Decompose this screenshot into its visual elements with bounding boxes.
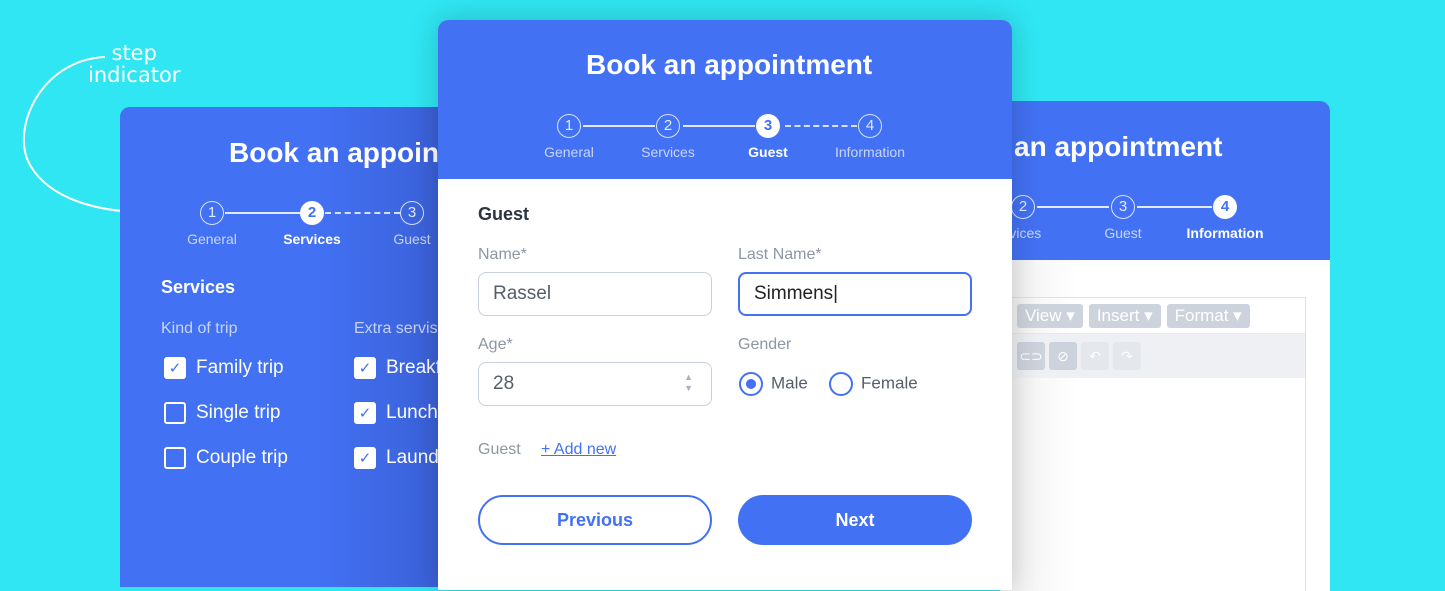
age-stepper[interactable]: 28 ▲ ▼ [478, 362, 712, 406]
previous-button[interactable]: Previous [478, 495, 712, 545]
radio-female[interactable]: Female [829, 372, 918, 396]
step-number: 4 [1213, 195, 1237, 219]
section-title: Services [161, 277, 236, 297]
step-general[interactable]: 1 General [167, 201, 257, 247]
step-number: 3 [400, 201, 424, 225]
card-title: Book an appointment [586, 49, 873, 80]
step-label: General [544, 144, 594, 160]
checkbox-label: Laund [386, 447, 439, 468]
checkbox-couple-trip[interactable]: Couple trip [164, 447, 288, 469]
step-information[interactable]: 4 Information [825, 114, 915, 160]
link-icon[interactable]: ⊂⊃ [1017, 342, 1045, 370]
step-number: 2 [300, 201, 324, 225]
services-step-card: Book an appointment 1 General 2 Services 3… [120, 107, 450, 587]
step-number: 3 [1111, 195, 1135, 219]
radio-male[interactable]: Male [739, 372, 808, 396]
step-number: 4 [858, 114, 882, 138]
step-label: Services [641, 144, 695, 160]
radio-label: Female [861, 373, 918, 393]
step-services[interactable]: 2 Services [623, 114, 713, 160]
menu-view[interactable]: View ▾ [1017, 304, 1083, 328]
step-general[interactable]: 1 General [524, 114, 614, 160]
checkbox-family-trip[interactable]: ✓ Family trip [164, 357, 284, 379]
checkbox-label: Single trip [196, 402, 281, 423]
next-button[interactable]: Next [738, 495, 972, 545]
gender-label: Gender [738, 336, 792, 353]
stepper-arrows-icon[interactable]: ▲ ▼ [684, 372, 693, 394]
annotation-line1: step [111, 41, 157, 65]
rich-text-editor[interactable]: View ▾ Insert ▾ Format ▾ ⊂⊃ ⊘ ↶ ↷ [1000, 297, 1306, 591]
last-name-input[interactable]: Simmens| [738, 272, 972, 316]
step-label: Guest [748, 144, 788, 160]
annotation-text: step indicator [88, 42, 180, 86]
annotation-line2: indicator [88, 63, 181, 87]
menu-format[interactable]: Format ▾ [1166, 304, 1250, 328]
step-label: Information [834, 144, 906, 160]
step-number: 2 [656, 114, 680, 138]
checkbox-lunch[interactable]: ✓ Lunch [354, 402, 438, 424]
extra-services-label: Extra servis [354, 320, 438, 337]
step-label: Guest [1104, 225, 1142, 241]
redo-icon[interactable]: ↷ [1113, 342, 1141, 370]
guest-step-card: Book an appointment 1 General 2 Services 3… [438, 20, 1012, 590]
guest-label: Guest [478, 441, 521, 458]
checkbox-label: Lunch [386, 402, 438, 423]
name-label: Name* [478, 246, 527, 263]
step-number: 1 [200, 201, 224, 225]
step-number: 2 [1011, 195, 1035, 219]
age-value: 28 [493, 373, 515, 394]
checkbox-label: Family trip [196, 357, 284, 378]
step-label: Information [1186, 225, 1264, 241]
checkbox-laundry[interactable]: ✓ Laund [354, 447, 439, 469]
menu-label: Insert [1096, 306, 1140, 325]
undo-icon[interactable]: ↶ [1081, 342, 1109, 370]
unlink-icon[interactable]: ⊘ [1049, 342, 1077, 370]
checkbox-single-trip[interactable]: Single trip [164, 402, 281, 424]
step-services[interactable]: 2 Services [267, 201, 357, 247]
card-title: an appointment [1014, 131, 1223, 162]
kind-of-trip-label: Kind of trip [161, 320, 238, 337]
card-title: Book an appointment [229, 137, 450, 168]
checkbox-label: Breakf [386, 357, 441, 378]
step-guest[interactable]: 3 Guest [723, 114, 813, 160]
radio-label: Male [771, 373, 808, 393]
step-information[interactable]: 4 Information [1180, 195, 1270, 241]
checkbox-breakfast[interactable]: ✓ Breakf [354, 357, 441, 379]
step-label: Services [283, 231, 341, 247]
menu-label: Format [1174, 306, 1229, 325]
menu-insert[interactable]: Insert ▾ [1088, 304, 1161, 328]
name-input[interactable]: Rassel [478, 272, 712, 316]
last-name-label: Last Name* [738, 246, 822, 263]
step-number: 3 [756, 114, 780, 138]
step-label: General [187, 231, 237, 247]
checkbox-label: Couple trip [196, 447, 288, 468]
age-label: Age* [478, 336, 513, 353]
add-new-guest-link[interactable]: + Add new [541, 441, 616, 459]
section-title: Guest [478, 204, 530, 224]
step-guest[interactable]: 3 Guest [1078, 195, 1168, 241]
step-number: 1 [557, 114, 581, 138]
menu-label: View [1025, 306, 1062, 325]
information-step-card: an appointment 2 rvices 3 Guest 4 Informati… [1000, 101, 1330, 591]
